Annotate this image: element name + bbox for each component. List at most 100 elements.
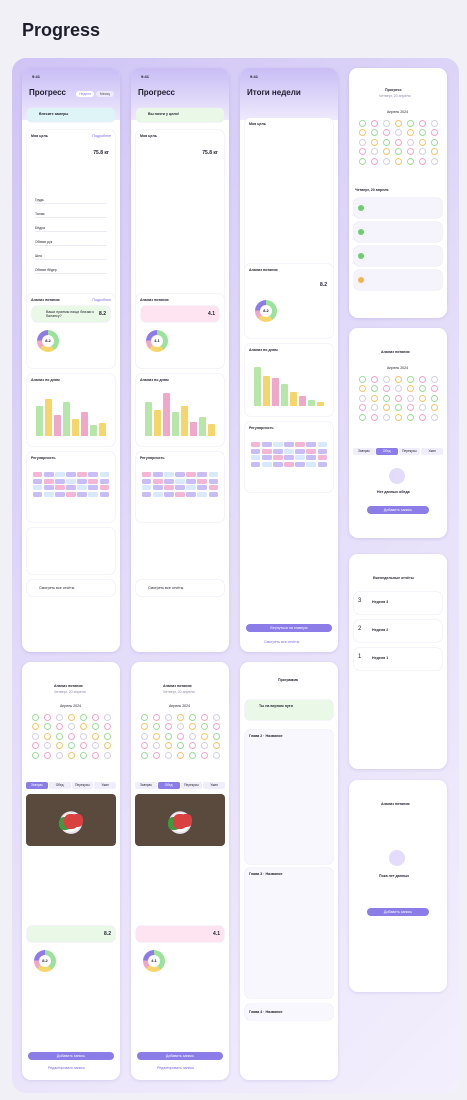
calendar-day[interactable] [212,742,220,750]
calendar-day[interactable] [418,129,426,137]
calendar-day[interactable] [31,751,39,759]
calendar-day[interactable] [358,404,366,412]
calendar-day[interactable] [370,157,378,165]
calendar-day[interactable] [140,732,148,740]
calendar-day[interactable] [164,723,172,731]
calendar-day[interactable] [430,138,438,146]
calendar-day[interactable] [31,714,39,721]
tab-breakfast[interactable]: Завтрак [135,782,157,789]
calendar-day[interactable] [164,742,172,750]
calendar-day[interactable] [370,413,378,421]
calendar-day[interactable] [200,723,208,731]
tab-lunch[interactable]: Обед [48,782,71,789]
calendar-day[interactable] [200,732,208,740]
calendar-day[interactable] [370,385,378,393]
calendar-day[interactable] [79,732,87,740]
task-item[interactable] [354,246,442,266]
calendar-day[interactable] [418,120,426,127]
calendar-day[interactable] [43,742,51,750]
chapter-group[interactable]: Глава 2 · Название [245,730,333,864]
calendar-day[interactable] [430,129,438,137]
calendar-day[interactable] [152,723,160,731]
calendar-day[interactable] [358,376,366,383]
report-item[interactable]: 3 Неделя 3 [354,592,442,614]
tab-dinner[interactable]: Ужин [94,782,116,789]
calendar-day[interactable] [418,413,426,421]
calendar-day[interactable] [382,148,390,156]
add-entry-button[interactable]: Добавить запись [28,1052,114,1060]
calendar-day[interactable] [79,742,87,750]
calendar-day[interactable] [382,120,390,127]
details-link[interactable]: Подробнее [92,134,111,138]
calendar-day[interactable] [394,413,402,421]
tab-lunch[interactable]: Обед [157,782,180,789]
calendar-day[interactable] [418,157,426,165]
calendar-day[interactable] [55,742,63,750]
calendar-day[interactable] [200,714,208,721]
task-item[interactable] [354,198,442,218]
calendar-day[interactable] [79,714,87,721]
calendar-day[interactable] [406,129,414,137]
calendar-day[interactable] [91,714,99,721]
add-entry-button[interactable]: Добавить запись [137,1052,223,1060]
calendar-day[interactable] [67,723,75,731]
calendar-day[interactable] [212,751,220,759]
add-entry-button[interactable]: Добавить запись [367,908,429,916]
tab-breakfast[interactable]: Завтрак [353,448,375,455]
report-item[interactable]: 1 Неделя 1 [354,648,442,670]
calendar-day[interactable] [370,120,378,127]
calendar-day[interactable] [418,404,426,412]
calendar-day[interactable] [430,394,438,402]
calendar-grid[interactable] [356,376,440,421]
calendar-day[interactable] [370,394,378,402]
calendar-day[interactable] [55,723,63,731]
tab-lunch[interactable]: Обед [375,448,398,455]
meal-tabs[interactable]: Завтрак Обед Перекусы Ужин [135,782,225,789]
calendar-day[interactable] [358,413,366,421]
calendar-day[interactable] [164,732,172,740]
calendar-day[interactable] [152,714,160,721]
calendar-day[interactable] [176,732,184,740]
calendar-day[interactable] [394,385,402,393]
task-item[interactable] [354,270,442,290]
calendar-day[interactable] [358,385,366,393]
measure-banner[interactable]: Внесите замеры [27,108,115,122]
calendar-day[interactable] [406,376,414,383]
calendar-day[interactable] [406,138,414,146]
calendar-day[interactable] [370,404,378,412]
calendar-day[interactable] [55,751,63,759]
calendar-day[interactable] [394,404,402,412]
calendar-day[interactable] [67,732,75,740]
calendar-day[interactable] [67,742,75,750]
calendar-day[interactable] [103,723,111,731]
calendar-day[interactable] [55,714,63,721]
calendar-day[interactable] [430,120,438,127]
calendar-day[interactable] [164,751,172,759]
calendar-day[interactable] [212,732,220,740]
calendar-day[interactable] [418,148,426,156]
calendar-day[interactable] [394,129,402,137]
calendar-day[interactable] [176,751,184,759]
calendar-day[interactable] [370,148,378,156]
calendar-day[interactable] [43,723,51,731]
calendar-day[interactable] [200,751,208,759]
tab-dinner[interactable]: Ужин [203,782,225,789]
calendar-day[interactable] [140,742,148,750]
calendar-day[interactable] [406,413,414,421]
meal-tabs[interactable]: Завтрак Обед Перекусы Ужин [353,448,443,455]
calendar-day[interactable] [212,723,220,731]
tab-snacks[interactable]: Перекусы [180,782,203,789]
calendar-day[interactable] [418,376,426,383]
calendar-day[interactable] [67,714,75,721]
calendar-day[interactable] [31,723,39,731]
goal-banner[interactable]: Вы почти у цели! [136,108,224,122]
tab-month[interactable]: Месяц [96,91,114,97]
back-home-button[interactable]: Вернуться на главную [246,624,332,632]
calendar-day[interactable] [406,404,414,412]
calendar-day[interactable] [188,732,196,740]
calendar-day[interactable] [394,394,402,402]
calendar-day[interactable] [55,732,63,740]
calendar-day[interactable] [188,751,196,759]
report-item[interactable]: 2 Неделя 2 [354,620,442,642]
calendar-day[interactable] [418,138,426,146]
